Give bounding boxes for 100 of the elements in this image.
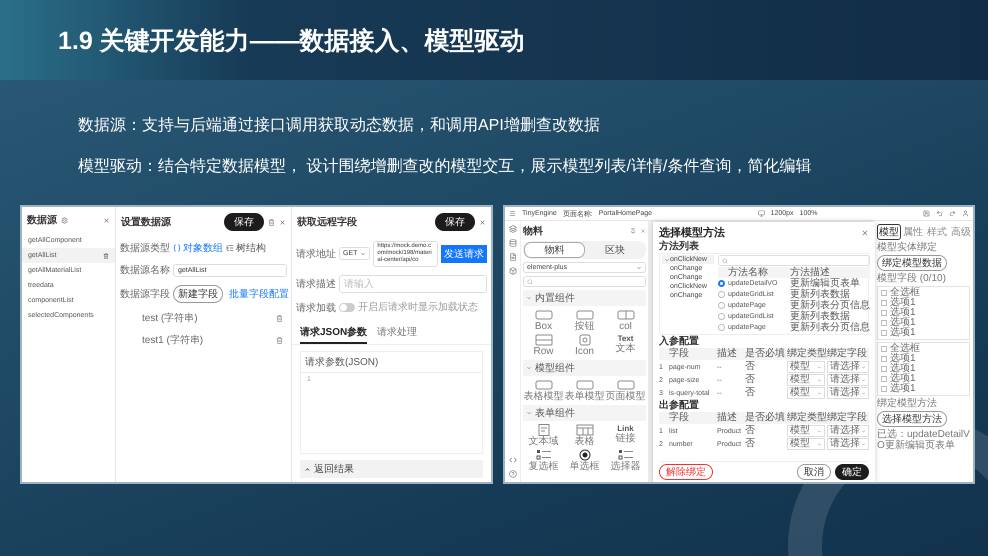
material-tab[interactable]: 区块 — [584, 242, 645, 258]
field-label: 请求加载 — [296, 302, 336, 315]
type-select[interactable]: 模型 — [787, 425, 825, 437]
property-tab[interactable]: 属性 — [901, 224, 925, 240]
table-cell-text: 否 — [745, 439, 756, 449]
chevron-down-icon — [817, 428, 822, 434]
trash-icon[interactable] — [103, 252, 109, 258]
property-tab[interactable]: 高级 — [949, 224, 973, 240]
checkbox[interactable] — [881, 320, 887, 326]
checklist-icon — [534, 449, 552, 461]
radio-button[interactable] — [718, 280, 725, 287]
send-request-button[interactable]: 发送请求 — [441, 244, 487, 263]
component-label: 按钮 — [574, 322, 594, 332]
checkbox[interactable] — [881, 356, 887, 362]
checkbox-label: 选项1 — [890, 308, 916, 318]
checkbox[interactable] — [881, 310, 887, 316]
columns-icon — [616, 309, 634, 321]
search-field[interactable] — [718, 255, 870, 266]
radio-button[interactable] — [718, 324, 725, 331]
chevron-down-icon — [526, 410, 532, 416]
save-icon — [923, 210, 930, 217]
group-header[interactable]: 模型组件 — [523, 360, 646, 376]
type-select[interactable]: 模型 — [787, 374, 825, 386]
chevron-down-icon — [664, 256, 670, 262]
type-select[interactable]: 模型 — [787, 361, 825, 373]
component-label: 表单模型 — [564, 392, 604, 402]
field-name: test (字符串) — [142, 312, 198, 325]
type-select[interactable]: 模型 — [787, 387, 825, 399]
method-description: 更新列表数据 — [790, 312, 851, 322]
request-tab[interactable]: 请求JSON参数 — [300, 324, 368, 344]
cancel-button[interactable]: 取消 — [797, 464, 831, 480]
column-header: 绑定字段 — [827, 349, 868, 359]
property-tab[interactable]: 样式 — [925, 224, 949, 240]
radio-button[interactable] — [718, 291, 725, 298]
close-icon — [640, 228, 646, 234]
user-icon — [962, 210, 969, 217]
database-icon — [508, 239, 516, 247]
column-header: 方法名称 — [728, 268, 769, 278]
radio-button[interactable] — [718, 313, 725, 320]
cube-icon — [508, 267, 516, 275]
chevron-down-icon — [636, 264, 642, 270]
batch-config-link[interactable]: 批量字段配置 — [229, 287, 289, 301]
group-header[interactable]: 内置组件 — [523, 290, 646, 306]
section-title: 方法列表 — [659, 241, 700, 252]
rectangle-icon — [576, 309, 594, 321]
checkbox[interactable] — [881, 366, 887, 372]
chevron-down-icon — [817, 364, 822, 370]
checkbox[interactable] — [881, 376, 887, 382]
radio-button[interactable] — [718, 302, 725, 309]
field-select[interactable]: 请选择 — [827, 387, 869, 399]
layers-icon — [508, 225, 516, 233]
checkbox[interactable] — [881, 386, 887, 392]
panel-title: 设置数据源 — [121, 216, 171, 229]
material-tab[interactable]: 物料 — [524, 242, 584, 258]
column-header: 是否必填 — [745, 349, 785, 359]
search-icon — [722, 258, 728, 264]
column-header: 字段 — [669, 413, 690, 423]
field-label: 请求描述 — [296, 278, 336, 291]
component-label: 文本域 — [528, 437, 558, 447]
checkbox[interactable] — [881, 330, 887, 336]
request-tab[interactable]: 请求处理 — [377, 324, 418, 344]
search-field[interactable] — [523, 276, 646, 287]
chevron-down-icon — [817, 390, 822, 396]
confirm-button[interactable]: 确定 — [835, 464, 869, 480]
checkbox[interactable] — [881, 300, 887, 306]
column-header: 绑定类型 — [787, 413, 825, 423]
type-option[interactable]: 对象数组 — [173, 241, 223, 255]
loading-toggle[interactable] — [339, 303, 355, 312]
trash-icon — [268, 218, 275, 226]
group-header[interactable]: 表单组件 — [523, 405, 646, 421]
field-select[interactable]: 请选择 — [827, 425, 869, 437]
chevron-down-icon — [861, 442, 866, 446]
component-label: col — [619, 322, 632, 332]
checkbox-label: 选项1 — [890, 318, 916, 328]
unbind-button[interactable]: 解除绑定 — [659, 464, 713, 480]
column-header: 方法描述 — [790, 268, 831, 278]
rows-icon — [534, 334, 552, 346]
menu-icon — [509, 210, 516, 217]
property-tab[interactable]: 模型 — [877, 224, 901, 240]
component-label: Row — [533, 347, 554, 357]
panel-title: 物料 — [523, 224, 543, 238]
save-button[interactable]: 保存 — [435, 213, 475, 231]
result-bar[interactable]: 返回结果 — [300, 460, 483, 478]
type-select[interactable]: 模型 — [787, 438, 825, 450]
type-option[interactable]: 树结构 — [226, 241, 266, 255]
checkbox[interactable] — [881, 290, 887, 296]
field-select[interactable]: 请选择 — [827, 374, 869, 386]
component-glyph: Text — [618, 334, 634, 343]
checkbox[interactable] — [881, 346, 887, 352]
table-cell-text: 否 — [745, 388, 756, 398]
method-description: 更新列表分页信息 — [790, 322, 870, 332]
select-method-button[interactable]: 选择模型方法 — [877, 411, 947, 427]
new-field-button[interactable]: 新建字段 — [173, 285, 223, 303]
save-button[interactable]: 保存 — [224, 213, 264, 231]
bind-model-button[interactable]: 绑定模型数据 — [877, 255, 947, 271]
component-label: 单选框 — [570, 462, 600, 472]
component-label: Icon — [575, 347, 594, 357]
file-icon — [508, 253, 516, 261]
field-select[interactable]: 请选择 — [827, 361, 869, 373]
field-select[interactable]: 请选择 — [827, 438, 869, 450]
